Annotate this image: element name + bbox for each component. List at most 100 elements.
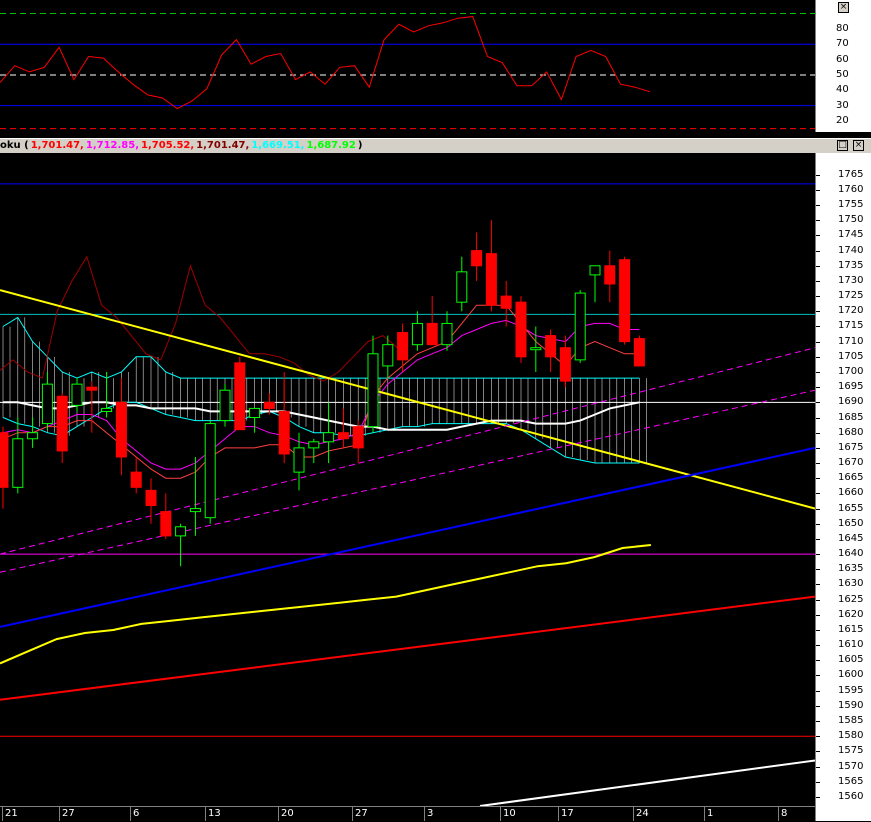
candle-body (500, 295, 512, 309)
indicator-y-tick: 40 (836, 84, 849, 96)
candle-body (41, 383, 53, 425)
candle-body (115, 401, 127, 458)
moving-average-yellow (0, 544, 652, 665)
downtrend-line (0, 289, 815, 510)
price-y-tick-mark (816, 189, 820, 191)
price-y-tick-mark (816, 493, 820, 495)
price-y-tick: 1595 (838, 684, 864, 696)
candle-body (56, 395, 68, 452)
x-axis-tick-mark (278, 807, 279, 821)
x-axis-tick: 27 (355, 808, 368, 819)
price-y-tick: 1750 (838, 214, 864, 226)
candle-body (337, 432, 349, 440)
price-y-tick: 1610 (838, 639, 864, 651)
indicator-panel (0, 0, 815, 132)
candle-body (426, 322, 438, 346)
price-y-tick: 1665 (838, 472, 864, 484)
price-y-tick-mark (816, 599, 820, 601)
price-y-tick-mark (816, 736, 820, 738)
price-y-tick-mark (816, 341, 820, 343)
candle-body (515, 301, 527, 358)
price-y-tick: 1690 (838, 396, 864, 408)
main-title-bar: oku (1,701.47, 1,712.85, 1,705.52, 1,701.47… (0, 138, 871, 154)
long-term-line-white (479, 759, 815, 806)
price-y-tick-mark (816, 447, 820, 449)
candle-body (204, 423, 216, 519)
candle-body (530, 347, 542, 351)
candle-body (471, 250, 483, 267)
price-y-tick-mark (816, 705, 820, 707)
candle-body (160, 511, 172, 537)
candle-body (441, 322, 453, 346)
candle-body (308, 441, 320, 449)
x-axis-tick-mark (2, 807, 3, 821)
candle-body (633, 338, 645, 367)
price-y-tick-mark (816, 280, 820, 282)
price-y-tick: 1740 (838, 244, 864, 256)
price-y-tick-mark (816, 675, 820, 677)
candle-body (574, 292, 586, 361)
price-y-tick-mark (816, 432, 820, 434)
title-value-open: 1,701.47, (30, 140, 84, 151)
candle-body (352, 426, 364, 449)
x-axis-tick: 8 (781, 808, 788, 819)
price-y-tick: 1765 (838, 168, 864, 180)
price-y-tick: 1670 (838, 457, 864, 469)
candle-body (604, 265, 616, 285)
price-y-tick-mark (816, 751, 820, 753)
candle-body (545, 335, 557, 358)
price-y-tick-mark (816, 721, 820, 723)
price-y-tick-mark (816, 235, 820, 237)
candle-body (101, 407, 113, 412)
x-axis-tick-mark (778, 807, 779, 821)
candle-body (130, 471, 142, 488)
price-y-tick: 1640 (838, 548, 864, 560)
candle-body (263, 401, 275, 409)
maximize-button[interactable]: □ (837, 140, 848, 151)
price-y-tick: 1710 (838, 335, 864, 347)
candle-body (0, 432, 9, 488)
price-y-tick: 1570 (838, 760, 864, 772)
price-y-tick: 1700 (838, 365, 864, 377)
x-axis-tick-mark (558, 807, 559, 821)
price-y-tick-mark (816, 250, 820, 252)
price-y-tick-mark (816, 220, 820, 222)
x-axis-tick-mark (500, 807, 501, 821)
price-y-tick-mark (816, 356, 820, 358)
price-y-tick: 1650 (838, 517, 864, 529)
price-y-tick: 1565 (838, 775, 864, 787)
price-y-tick-mark (816, 326, 820, 328)
close-icon[interactable]: × (838, 2, 849, 13)
candle-body (219, 389, 231, 422)
indicator-y-tick: 30 (836, 99, 849, 111)
price-y-tick: 1680 (838, 426, 864, 438)
indicator-series-line (0, 16, 651, 110)
candle-body (559, 347, 571, 382)
lagging-span (0, 255, 398, 382)
candle-body (145, 489, 157, 507)
candle-body (323, 432, 335, 443)
price-y-tick-mark (816, 645, 820, 647)
x-axis-tick: 3 (427, 808, 434, 819)
price-y-tick: 1760 (838, 183, 864, 195)
candle-body (293, 447, 305, 473)
price-y-tick: 1630 (838, 578, 864, 590)
price-y-tick-mark (816, 508, 820, 510)
indicator-y-tick: 60 (836, 53, 849, 65)
price-y-tick: 1580 (838, 730, 864, 742)
x-axis-tick-mark (704, 807, 705, 821)
x-axis-tick: 27 (62, 808, 75, 819)
price-y-tick-mark (816, 766, 820, 768)
candle-body (234, 362, 246, 431)
price-y-tick: 1585 (838, 715, 864, 727)
indicator-y-tick: 70 (836, 38, 849, 50)
candle-body (12, 438, 24, 488)
close-button[interactable]: × (853, 140, 864, 151)
candle-body (86, 386, 98, 391)
title-suffix: ) (357, 140, 363, 151)
indicator-plot (0, 13, 815, 130)
candle-body (175, 526, 187, 537)
conversion-line (2, 319, 640, 470)
x-axis-tick: 13 (208, 808, 221, 819)
price-y-tick: 1685 (838, 411, 864, 423)
